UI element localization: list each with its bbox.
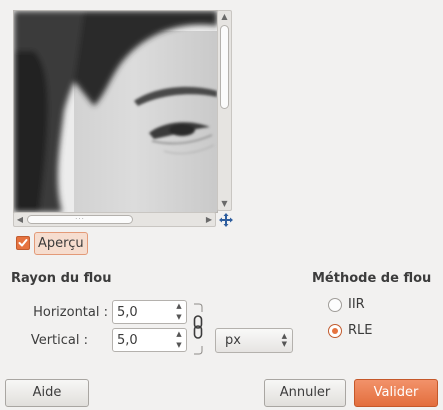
- preview-image: [14, 11, 217, 212]
- scroll-right-icon[interactable]: ▶: [203, 213, 215, 226]
- preview-horizontal-scrollbar[interactable]: ◀ ··· ▶: [13, 212, 216, 227]
- unit-select-value: px: [225, 333, 241, 348]
- scroll-down-icon[interactable]: ▼: [218, 198, 231, 210]
- blur-radius-title: Rayon du flou: [11, 271, 112, 286]
- checkmark-icon: [18, 239, 28, 247]
- horizontal-scroll-thumb[interactable]: ···: [27, 215, 133, 224]
- blur-method-title: Méthode de flou: [312, 271, 432, 286]
- increment-icon[interactable]: ▲: [172, 329, 186, 340]
- preview-canvas[interactable]: [13, 10, 218, 213]
- scroll-left-icon[interactable]: ◀: [14, 213, 26, 226]
- decrement-icon[interactable]: ▼: [172, 312, 186, 323]
- scroll-up-icon[interactable]: ▲: [218, 11, 231, 23]
- vertical-spinbutton[interactable]: ▲ ▼: [112, 328, 187, 352]
- navigate-icon[interactable]: [218, 212, 234, 228]
- radio-iir[interactable]: [328, 298, 342, 312]
- cancel-button[interactable]: Annuler: [264, 379, 346, 407]
- ok-button[interactable]: Valider: [354, 379, 438, 407]
- help-button[interactable]: Aide: [5, 379, 89, 407]
- horizontal-label: Horizontal :: [33, 305, 108, 320]
- vertical-input[interactable]: [113, 329, 173, 351]
- unit-select[interactable]: px ▲ ▼: [215, 328, 293, 353]
- select-arrows-icon: ▲ ▼: [281, 332, 287, 348]
- radio-rle[interactable]: [328, 324, 342, 338]
- preview-checkbox[interactable]: [16, 236, 30, 250]
- radio-rle-label[interactable]: RLE: [348, 323, 373, 338]
- preview-checkbox-label[interactable]: Aperçu: [34, 232, 88, 255]
- chain-link-icon[interactable]: [192, 302, 204, 356]
- vertical-label: Vertical :: [30, 333, 88, 348]
- decrement-icon[interactable]: ▼: [172, 340, 186, 351]
- radio-iir-label[interactable]: IIR: [348, 297, 365, 312]
- increment-icon[interactable]: ▲: [172, 301, 186, 312]
- horizontal-spinbutton[interactable]: ▲ ▼: [112, 300, 187, 324]
- vertical-scroll-thumb[interactable]: [220, 25, 229, 109]
- horizontal-input[interactable]: [113, 301, 173, 323]
- preview-vertical-scrollbar[interactable]: ▲ ▼: [217, 10, 232, 211]
